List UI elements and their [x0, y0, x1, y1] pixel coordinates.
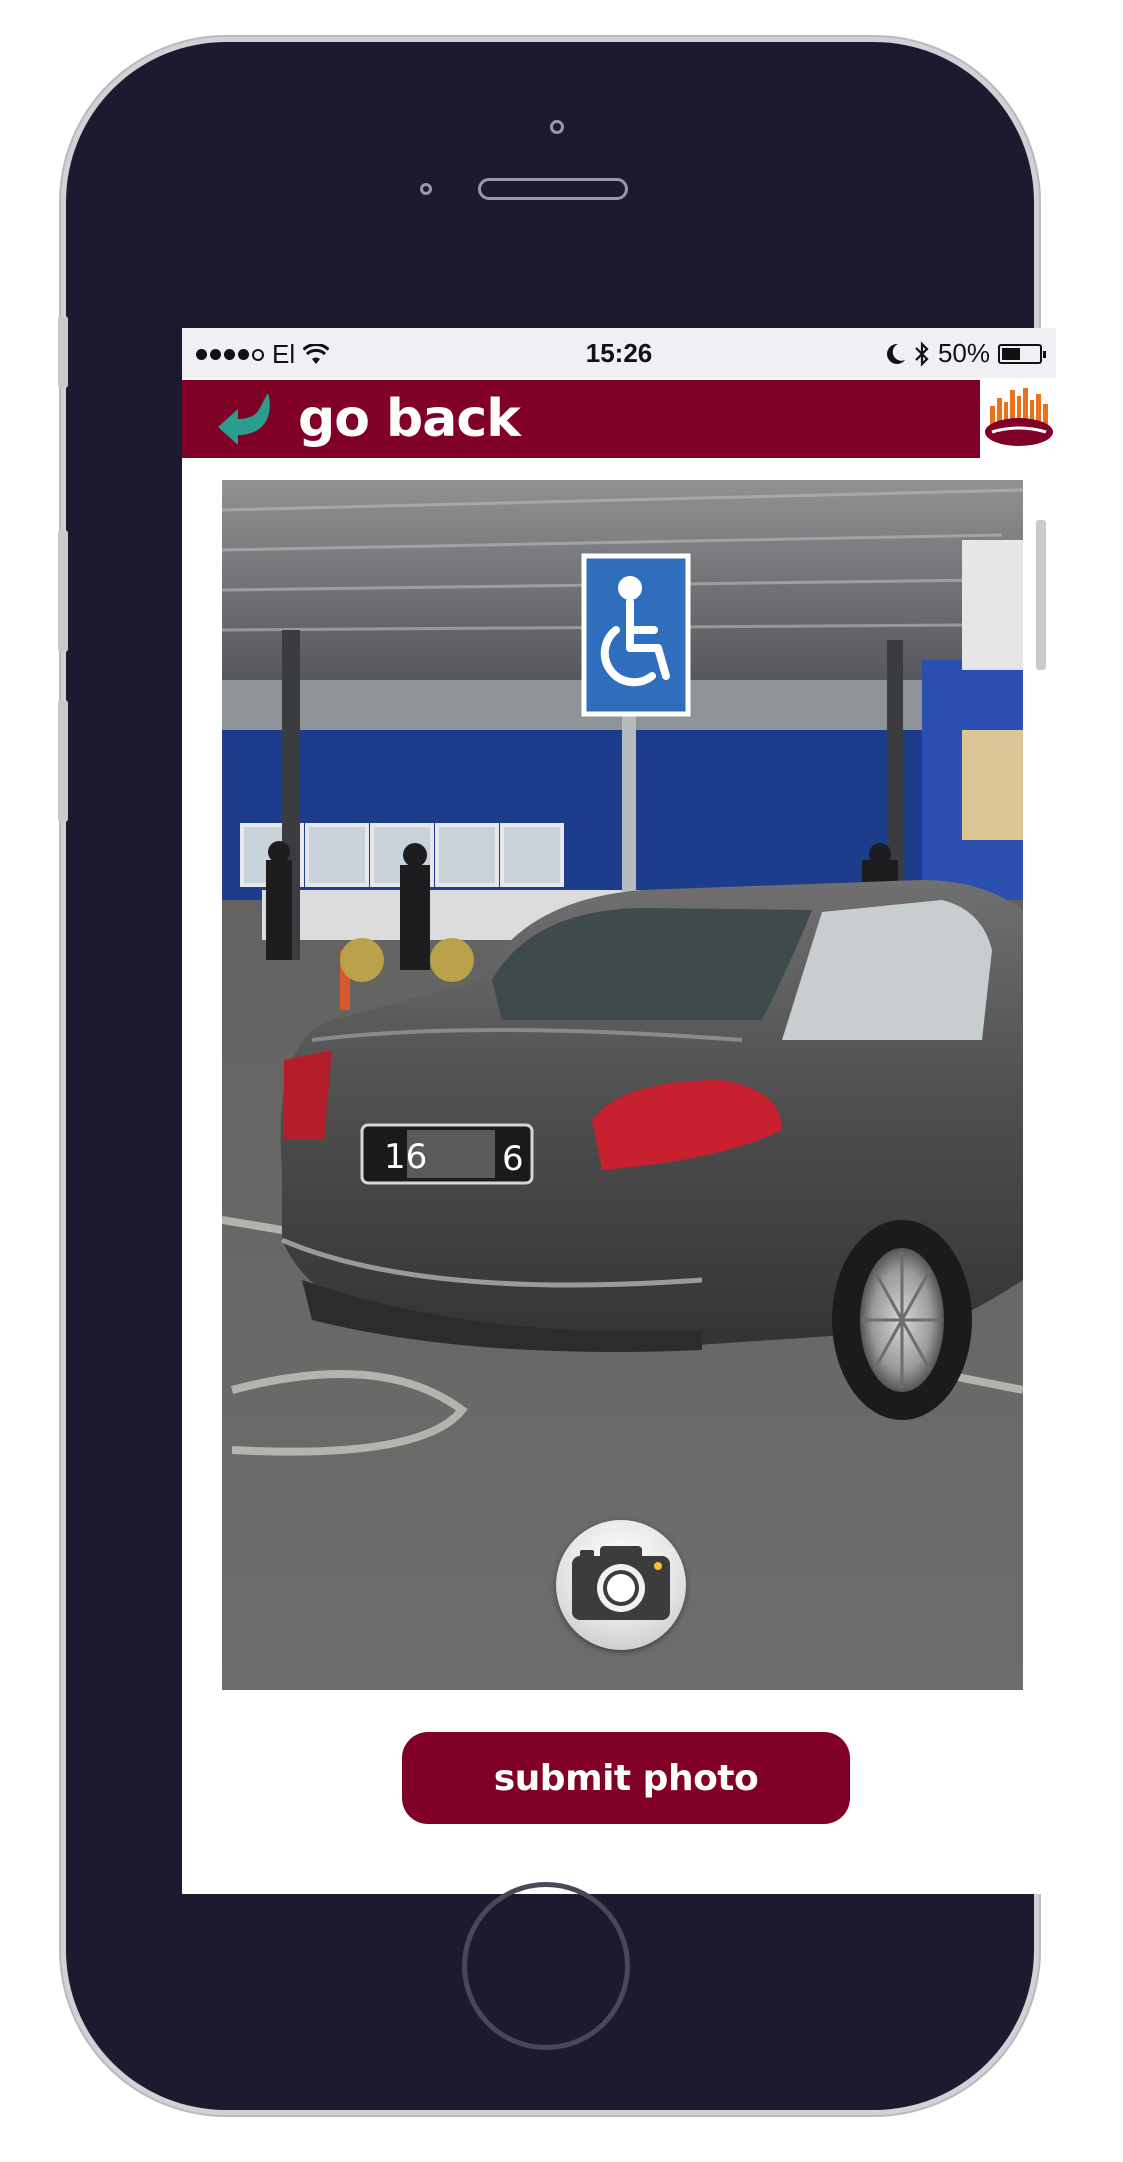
battery-icon — [998, 343, 1046, 364]
home-button[interactable] — [462, 1882, 630, 2050]
front-camera-dot — [550, 120, 564, 134]
app-screen: El 15:26 50% go back 16 6 submit photo — [182, 328, 1056, 1894]
camera-icon — [572, 1546, 670, 1620]
volume-down-button — [58, 700, 68, 822]
battery-fill — [1002, 347, 1020, 360]
status-bar: El 15:26 50% — [182, 328, 1056, 378]
captured-photo: 16 6 — [222, 480, 1023, 1690]
parking-scene-image: 16 6 — [222, 480, 1023, 1690]
submit-photo-button[interactable]: submit photo — [402, 1732, 850, 1824]
volume-up-button — [58, 530, 68, 652]
phone-frame: El 15:26 50% go back 16 6 submit photo — [66, 42, 1056, 2110]
go-back-button[interactable]: go back — [298, 389, 521, 449]
status-right: 50% — [886, 338, 1046, 369]
app-logo — [982, 380, 1056, 458]
bluetooth-icon — [915, 340, 929, 367]
plate-right-text: 6 — [502, 1139, 524, 1179]
header-bar: go back — [182, 380, 980, 458]
back-arrow-icon[interactable] — [216, 389, 282, 449]
battery-percent: 50% — [937, 338, 990, 368]
proximity-sensor-dot — [420, 183, 432, 195]
moon-icon — [886, 343, 905, 364]
earpiece-speaker — [478, 178, 628, 200]
power-button — [1036, 520, 1046, 670]
plate-left-text: 16 — [384, 1137, 427, 1177]
mute-switch — [58, 316, 68, 388]
camera-button[interactable] — [556, 1520, 686, 1650]
